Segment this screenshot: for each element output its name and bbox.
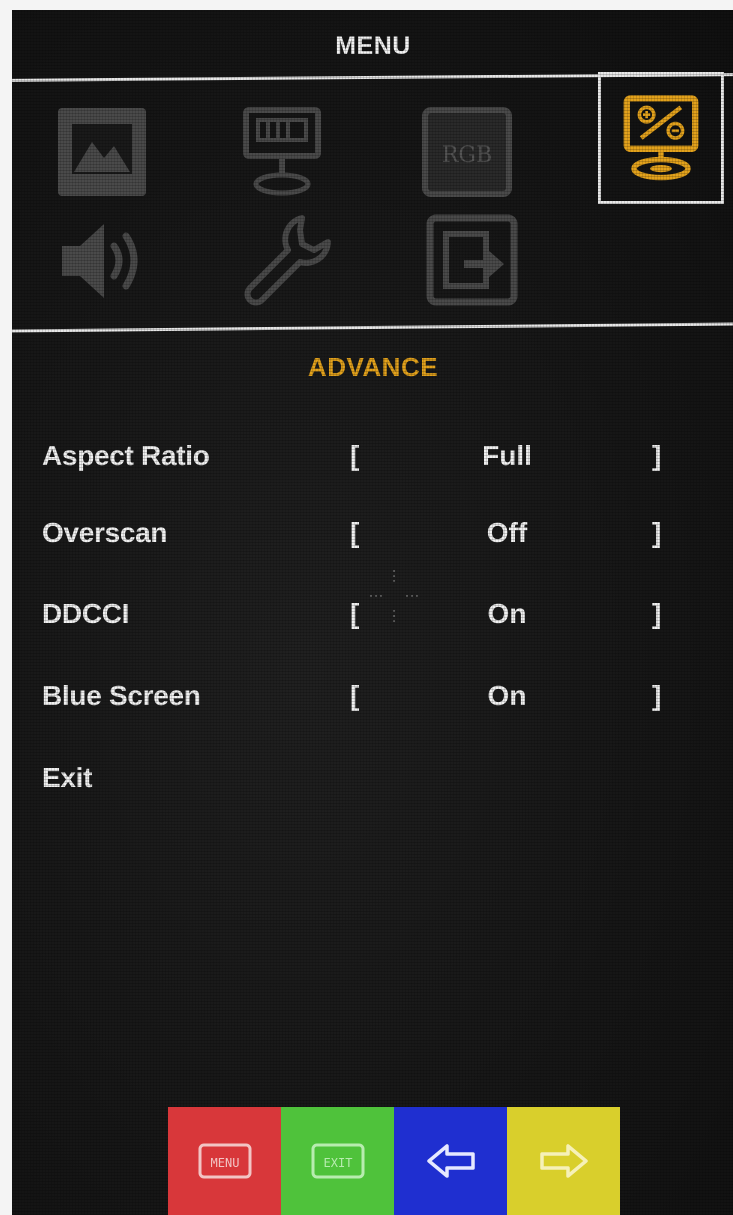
svg-text:MENU: MENU [210,1156,239,1170]
left-bracket: [ [350,517,360,548]
wrench-icon[interactable] [232,210,332,310]
right-bracket: ] [652,517,662,548]
setting-value: Off [486,517,528,548]
exit-key[interactable]: EXIT [281,1107,394,1215]
input-icon[interactable] [422,210,522,310]
setting-label: Blue Screen [42,680,201,711]
right-arrow-key[interactable] [507,1107,620,1215]
setting-label: DDCCI [42,598,130,629]
audio-icon[interactable] [52,210,152,310]
osd-screen: MENU RGB ADVANCE Aspect Ratio [Full] O… [12,10,733,1215]
setting-row-overscan[interactable]: Overscan [ Off ] [12,517,733,567]
bottom-divider [12,322,733,333]
right-bracket: ] [652,680,662,711]
setting-label: Aspect Ratio [42,440,210,471]
left-bracket: [ [350,680,360,711]
left-bracket: [ [350,440,360,471]
setting-label: Overscan [42,517,168,548]
section-title: ADVANCE [307,352,439,382]
setting-value: On [487,598,527,629]
rgb-icon[interactable]: RGB [417,102,517,202]
menu-key[interactable]: MENU [168,1107,281,1215]
left-arrow-key[interactable] [394,1107,507,1215]
display-icon[interactable] [232,102,332,202]
picture-icon[interactable] [52,102,152,202]
setting-value: On [487,680,527,711]
setting-row-blue-screen[interactable]: Blue Screen [ On ] [12,680,733,730]
advance-icon[interactable] [598,72,724,204]
svg-text:RGB: RGB [442,143,492,168]
key-guide-bar: MENU EXIT [168,1107,620,1215]
crosshair-icon [364,566,424,626]
exit-label: Exit [42,762,93,793]
setting-value: Full [482,440,532,471]
left-arrow-icon [426,1144,475,1178]
setting-row-aspect-ratio[interactable]: Aspect Ratio [ Full ] [12,440,733,490]
left-bracket: [ [350,598,360,629]
right-arrow-icon [539,1144,588,1178]
menu-key-icon: MENU [198,1143,251,1179]
exit-item[interactable]: Exit [12,762,733,812]
svg-text:EXIT: EXIT [323,1156,352,1170]
right-bracket: ] [652,440,662,471]
right-bracket: ] [652,598,662,629]
exit-key-icon: EXIT [311,1143,364,1179]
menu-title: MENU [335,32,411,60]
